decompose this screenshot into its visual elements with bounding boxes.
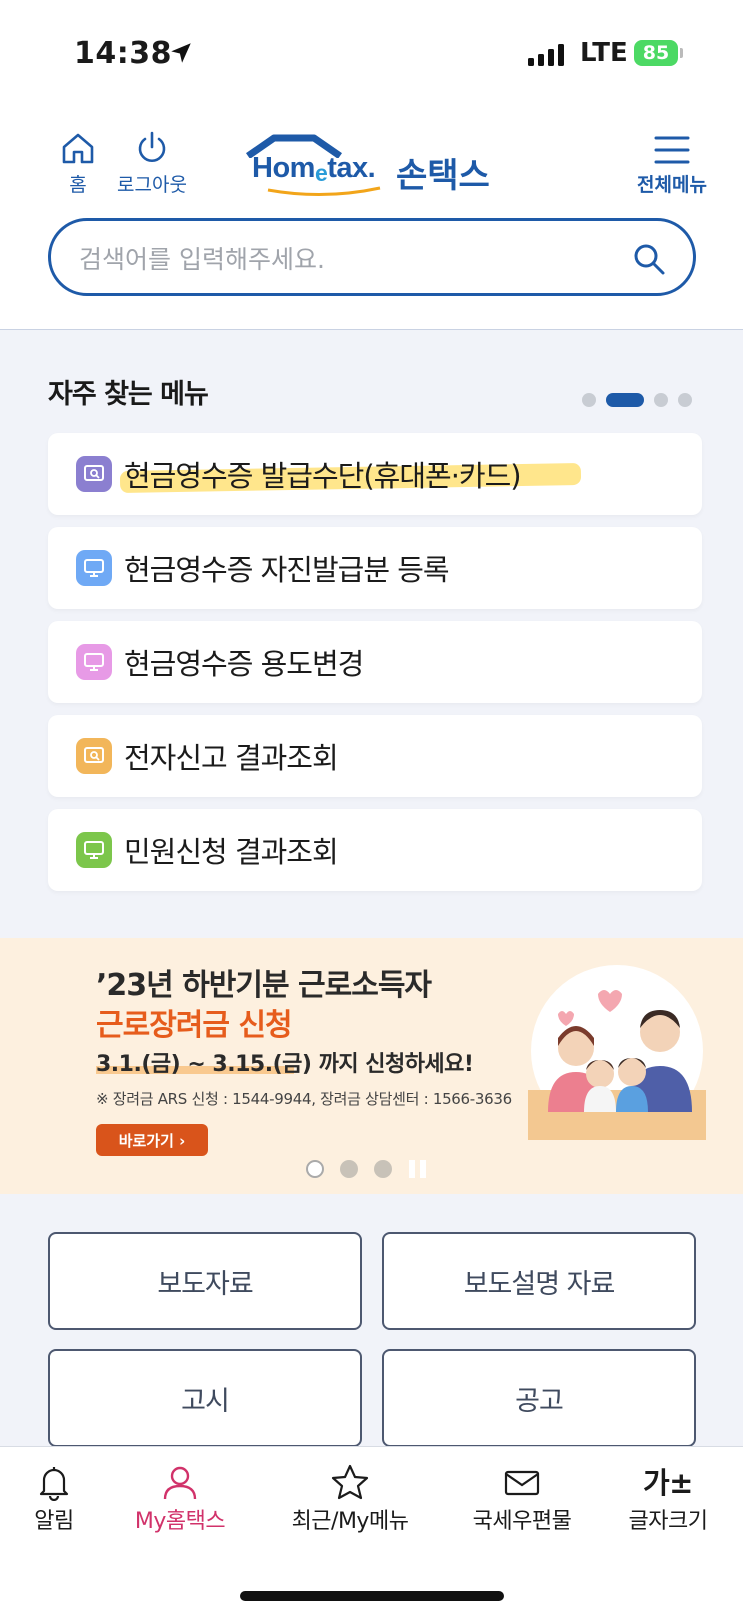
logo-wordmark: Hometax. [252, 152, 376, 186]
frequent-menu-item[interactable]: 민원신청 결과조회 [48, 809, 702, 891]
tab-font-size-label: 글자크기 [628, 1509, 708, 1534]
announcement-button[interactable]: 공고 [382, 1349, 696, 1447]
battery-indicator: 85 [634, 40, 678, 66]
menu-item-label: 전자신고 결과조회 [124, 741, 339, 775]
press-explanation-button[interactable]: 보도설명 자료 [382, 1232, 696, 1330]
home-label: 홈 [69, 174, 87, 196]
status-bar: 14:38 LTE 85 [0, 0, 743, 100]
star-icon [331, 1464, 369, 1500]
status-time: 14:38 [74, 36, 172, 71]
hometax-logo[interactable]: Hometax. 손택스 [244, 134, 514, 198]
banner-note: ※ 장려금 ARS 신청 : 1544-9944, 장려금 상담센터 : 156… [96, 1090, 512, 1108]
frequent-menu-item[interactable]: 전자신고 결과조회 [48, 715, 702, 797]
logo-sontax: 손택스 [396, 156, 490, 196]
battery-level: 85 [642, 42, 670, 64]
monitor-icon [76, 832, 112, 868]
pager-dot-2-active[interactable] [606, 393, 644, 407]
banner-headline: ’23년 하반기분 근로소득자 [96, 968, 432, 1003]
tab-tax-mail-label: 국세우편물 [472, 1509, 572, 1534]
mail-icon [504, 1470, 540, 1496]
frequent-menu-title: 자주 찾는 메뉴 [48, 379, 209, 410]
tab-my-hometax-label: My홈택스 [134, 1509, 226, 1534]
bottom-tab-bar: 알림 My홈택스 최근/My메뉴 국세우편물 가± 글자크기 [0, 1446, 743, 1611]
power-icon [138, 131, 166, 162]
home-icon [62, 133, 94, 164]
banner-subheadline: 근로장려금 신청 [96, 1008, 293, 1043]
logout-button[interactable]: 로그아웃 [110, 130, 194, 197]
search-icon[interactable] [631, 241, 667, 277]
cellular-signal-icon [528, 44, 564, 66]
all-menu-button[interactable]: 전체메뉴 [632, 134, 712, 197]
frequent-menu-item[interactable]: 현금영수증 용도변경 [48, 621, 702, 703]
menu-item-label: 민원신청 결과조회 [124, 835, 339, 869]
logo-swoosh-icon [267, 186, 381, 197]
receipt-search-icon [76, 456, 112, 492]
monitor-icon [76, 550, 112, 586]
tab-alerts-label: 알림 [34, 1509, 74, 1534]
battery-cap [680, 48, 683, 58]
search-input[interactable] [79, 239, 599, 279]
monitor-icon [76, 644, 112, 680]
tab-alerts[interactable]: 알림 [0, 1463, 124, 1535]
font-size-icon: 가± [643, 1466, 693, 1500]
pause-icon[interactable] [408, 1160, 426, 1178]
pager-dot-1[interactable] [582, 393, 596, 407]
tab-recent-my-menu[interactable]: 최근/My메뉴 [272, 1463, 428, 1535]
home-button[interactable]: 홈 [56, 130, 100, 197]
banner-pager[interactable] [306, 1160, 426, 1178]
logout-label: 로그아웃 [117, 174, 187, 196]
receipt-search-icon [76, 738, 112, 774]
location-arrow-icon [171, 43, 191, 63]
banner-go-button[interactable]: 바로가기 › [96, 1124, 208, 1156]
hamburger-icon [654, 136, 690, 164]
tab-my-hometax[interactable]: My홈택스 [110, 1463, 250, 1535]
network-type: LTE [580, 38, 628, 68]
home-indicator[interactable] [240, 1591, 504, 1601]
press-release-button[interactable]: 보도자료 [48, 1232, 362, 1330]
banner-dot-2[interactable] [340, 1160, 358, 1178]
menu-item-label: 현금영수증 발급수단(휴대폰·카드) [124, 453, 522, 495]
pager-dot-4[interactable] [678, 393, 692, 407]
banner-dot-3[interactable] [374, 1160, 392, 1178]
all-menu-label: 전체메뉴 [637, 174, 707, 196]
banner-period: 3.1.(금) ~ 3.15.(금) 까지 신청하세요! [96, 1052, 474, 1077]
tab-recent-my-menu-label: 최근/My메뉴 [291, 1509, 409, 1534]
bell-icon [39, 1467, 69, 1501]
frequent-menu-item[interactable]: 현금영수증 자진발급분 등록 [48, 527, 702, 609]
pager-dot-3[interactable] [654, 393, 668, 407]
menu-item-label: 현금영수증 자진발급분 등록 [124, 553, 450, 587]
menu-item-label: 현금영수증 용도변경 [124, 647, 364, 681]
frequent-menu-item[interactable]: 현금영수증 발급수단(휴대폰·카드) [48, 433, 702, 515]
promo-banner[interactable]: ’23년 하반기분 근로소득자 근로장려금 신청 3.1.(금) ~ 3.15.… [0, 938, 743, 1194]
banner-dot-1-active[interactable] [306, 1160, 324, 1178]
tab-font-size[interactable]: 가± 글자크기 [598, 1463, 738, 1535]
notice-button[interactable]: 고시 [48, 1349, 362, 1447]
app-header: 홈 로그아웃 Hometax. 손택스 전체메뉴 [0, 100, 743, 330]
frequent-menu-pager[interactable] [582, 393, 692, 407]
tab-tax-mail[interactable]: 국세우편물 [452, 1463, 592, 1535]
family-illustration-icon [528, 965, 706, 1140]
person-icon [163, 1466, 197, 1500]
search-bar[interactable] [48, 218, 696, 296]
